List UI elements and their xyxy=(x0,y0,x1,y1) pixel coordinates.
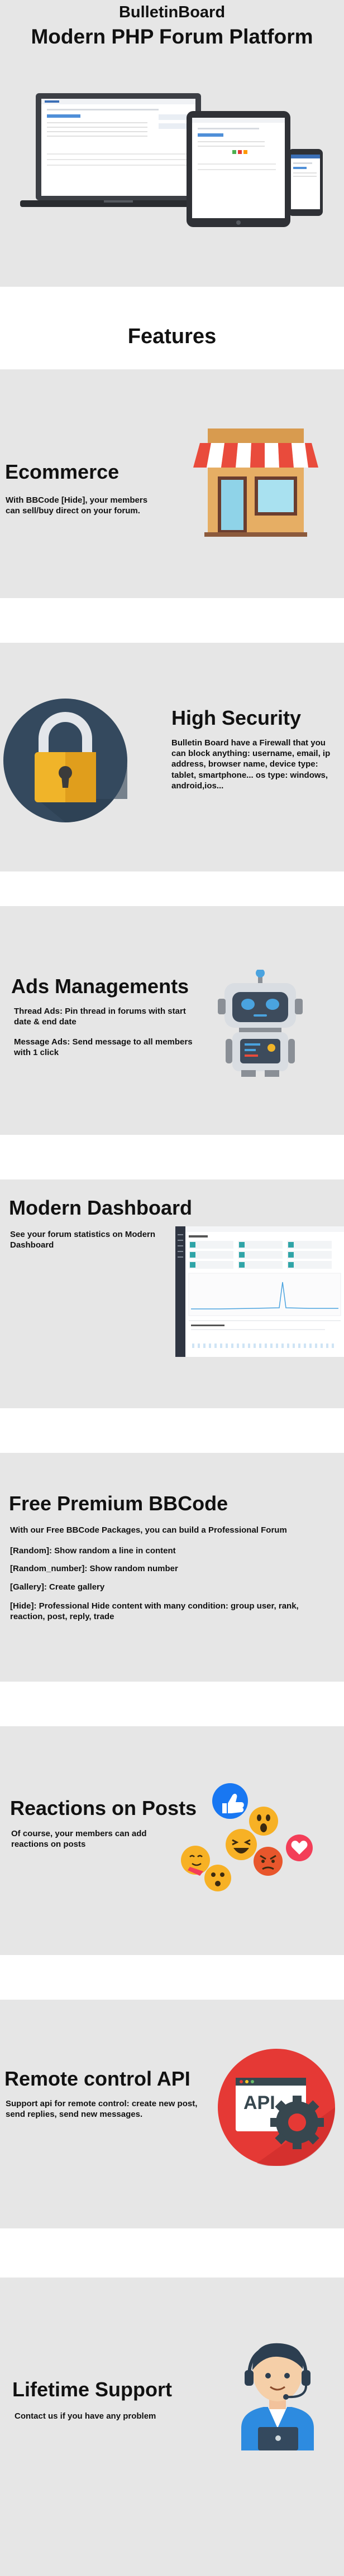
api-gear-icon: API xyxy=(218,2049,335,2166)
shop-icon xyxy=(193,428,318,537)
section-spacer xyxy=(0,598,344,643)
ads-title: Ads Managements xyxy=(11,975,189,998)
ecommerce-text: With BBCode [Hide], your members can sel… xyxy=(6,495,148,516)
bbcode-item-gallery: [Gallery]: Create gallery xyxy=(10,1582,105,1592)
section-spacer xyxy=(0,871,344,906)
features-list: Ecommerce With BBCode [Hide], your membe… xyxy=(0,369,344,2576)
section-spacer xyxy=(0,1408,344,1453)
reactions-emoji-icon xyxy=(181,1783,313,1891)
bbcode-title: Free Premium BBCode xyxy=(9,1492,228,1515)
security-title: High Security xyxy=(171,706,302,729)
reactions-text: Of course, your members can add reaction… xyxy=(11,1829,147,1850)
api-title: Remote control API xyxy=(4,2067,190,2090)
dashboard-screenshot xyxy=(175,1226,344,1357)
brand-name: BulletinBoard xyxy=(118,3,226,21)
section-spacer xyxy=(0,1955,344,2000)
reactions-section: Reactions on Posts Of course, your membe… xyxy=(0,1726,344,1955)
support-text: Contact us if you have any problem xyxy=(15,2411,156,2421)
bbcode-item-random: [Random]: Show random a line in content xyxy=(10,1546,176,1556)
reactions-title: Reactions on Posts xyxy=(10,1797,197,1819)
ads-thread-text: Thread Ads: Pin thread in forums with st… xyxy=(14,1007,186,1027)
ecommerce-section: Ecommerce With BBCode [Hide], your membe… xyxy=(0,369,344,598)
padlock-icon xyxy=(3,699,127,822)
ads-section: Ads Managements Thread Ads: Pin thread i… xyxy=(0,906,344,1135)
section-spacer xyxy=(0,1682,344,1726)
section-spacer xyxy=(0,1135,344,1179)
bbcode-intro: With our Free BBCode Packages, you can b… xyxy=(10,1525,287,1535)
section-spacer xyxy=(0,2228,344,2278)
ads-message-text: Message Ads: Send message to all members… xyxy=(14,1037,193,1058)
hero-section: BulletinBoard Modern PHP Forum Platform xyxy=(0,0,344,287)
support-title: Lifetime Support xyxy=(12,2378,172,2401)
dashboard-section: Modern Dashboard See your forum statisti… xyxy=(0,1179,344,1408)
security-section: High Security Bulletin Board have a Fire… xyxy=(0,643,344,871)
api-section: Remote control API Support api for remot… xyxy=(0,2000,344,2228)
dashboard-title: Modern Dashboard xyxy=(9,1196,193,1219)
bbcode-item-hide: [Hide]: Professional Hide content with m… xyxy=(10,1601,299,1622)
support-section: Lifetime Support Contact us if you have … xyxy=(0,2278,344,2576)
api-badge-text: API xyxy=(243,2092,275,2113)
api-text: Support api for remote control: create n… xyxy=(6,2099,198,2120)
features-heading: Features xyxy=(127,325,217,348)
hero-tagline: Modern PHP Forum Platform xyxy=(31,25,313,48)
bbcode-section: Free Premium BBCode With our Free BBCode… xyxy=(0,1453,344,1682)
ecommerce-title: Ecommerce xyxy=(5,460,120,483)
devices-mockup-image xyxy=(20,93,323,227)
security-text: Bulletin Board have a Firewall that you … xyxy=(171,738,331,791)
support-agent-icon xyxy=(241,2343,314,2450)
dashboard-text: See your forum statistics on Modern Dash… xyxy=(10,1230,156,1250)
robot-icon xyxy=(218,970,303,1077)
bbcode-item-random-number: [Random_number]: Show random number xyxy=(10,1564,178,1573)
